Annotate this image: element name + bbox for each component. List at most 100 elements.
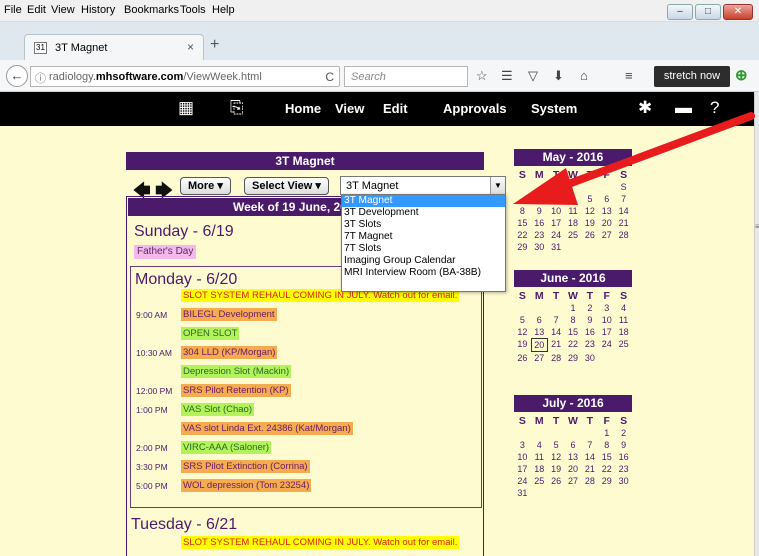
calendar-day[interactable]: 25 xyxy=(615,338,632,352)
menu-edit[interactable]: Edit xyxy=(27,4,46,16)
calendar-day[interactable]: 11 xyxy=(565,205,582,217)
calendar-day[interactable]: 4 xyxy=(565,193,582,205)
maximize-icon[interactable]: □ xyxy=(695,4,721,20)
calendar-day[interactable]: 26 xyxy=(581,229,598,241)
calendar-day[interactable]: 24 xyxy=(598,338,615,352)
calendar-day[interactable]: 10 xyxy=(514,451,531,463)
calendar-day[interactable]: 23 xyxy=(531,229,548,241)
tuesday-title[interactable]: Tuesday - 6/21 xyxy=(131,516,237,534)
calendar-day[interactable]: 20 xyxy=(598,217,615,229)
close-icon[interactable]: ✕ xyxy=(723,4,753,20)
nav-approvals[interactable]: Approvals xyxy=(443,101,507,116)
calendar-day[interactable]: 2 xyxy=(615,427,632,439)
gear-icon[interactable]: ✱ xyxy=(638,98,652,118)
calendar-day[interactable]: 22 xyxy=(598,463,615,475)
calendar-day[interactable]: 7 xyxy=(548,314,565,326)
calendar-day[interactable]: 11 xyxy=(615,314,632,326)
calendar-day[interactable]: 23 xyxy=(581,338,598,352)
calendar-day[interactable]: 7 xyxy=(581,439,598,451)
calendar-day[interactable]: 31 xyxy=(548,241,565,253)
calendar-day[interactable]: 17 xyxy=(598,326,615,338)
calendar-day[interactable]: 4 xyxy=(615,302,632,314)
calendar-day[interactable]: 18 xyxy=(615,326,632,338)
calendar-day[interactable]: 12 xyxy=(514,326,531,338)
dropdown-arrow-icon[interactable]: ▼ xyxy=(490,177,505,194)
home-icon[interactable]: ⌂ xyxy=(580,68,588,83)
calendar-day[interactable]: 13 xyxy=(565,451,582,463)
calendar-day[interactable]: 19 xyxy=(514,338,531,352)
calendar-day[interactable]: 22 xyxy=(514,229,531,241)
calendar-day[interactable]: 2 xyxy=(581,302,598,314)
calendar-day[interactable]: 19 xyxy=(548,463,565,475)
calendar-day[interactable]: 21 xyxy=(548,338,565,352)
download-icon[interactable]: ⬇ xyxy=(553,68,564,84)
sunday-title[interactable]: Sunday - 6/19 xyxy=(134,223,234,241)
calendar-day[interactable]: 21 xyxy=(581,463,598,475)
url-bar[interactable]: ⓘ radiology.mhsoftware.com/ViewWeek.html… xyxy=(30,66,340,87)
calendar-day[interactable]: 30 xyxy=(531,241,548,253)
calendar-day[interactable]: 28 xyxy=(548,352,565,364)
dropdown-option[interactable]: 7T Magnet xyxy=(342,231,505,243)
calendar-day[interactable]: 24 xyxy=(548,229,565,241)
calendar-day[interactable]: 29 xyxy=(598,475,615,487)
dropdown-option[interactable]: 3T Magnet xyxy=(342,195,505,207)
calendar-day[interactable]: 16 xyxy=(615,451,632,463)
event-item[interactable]: SLOT SYSTEM REHAUL COMING IN JULY. Watch… xyxy=(181,536,460,549)
calendar-day[interactable]: 28 xyxy=(615,229,632,241)
tab-close-icon[interactable]: × xyxy=(187,40,194,54)
menu-file[interactable]: File xyxy=(4,4,22,16)
calendar-day[interactable]: 11 xyxy=(531,451,548,463)
dropdown-option[interactable]: 3T Slots xyxy=(342,219,505,231)
holiday-badge[interactable]: Father's Day xyxy=(134,245,197,259)
event-item[interactable]: SRS Pilot Retention (KP) xyxy=(181,384,291,397)
calendar-day[interactable]: 4 xyxy=(531,439,548,451)
minimize-icon[interactable]: – xyxy=(667,4,693,20)
pocket-icon[interactable]: ▽ xyxy=(528,68,538,84)
calendar-day[interactable]: 27 xyxy=(531,352,548,364)
new-document-icon[interactable]: ⎘ xyxy=(230,98,244,118)
search-input[interactable]: Search xyxy=(344,66,468,87)
calendar-day[interactable]: 1 xyxy=(598,427,615,439)
calendar-day[interactable]: 10 xyxy=(598,314,615,326)
vertical-scrollbar[interactable]: ≡ xyxy=(754,92,759,556)
calendar-day[interactable]: 28 xyxy=(581,475,598,487)
back-button[interactable]: ← xyxy=(6,65,28,87)
calendar-day[interactable]: 17 xyxy=(548,217,565,229)
event-item[interactable]: OPEN SLOT xyxy=(181,327,240,340)
calendar-day[interactable]: 9 xyxy=(531,205,548,217)
calendar-day[interactable]: 26 xyxy=(514,352,531,364)
event-item[interactable]: WOL depression (Tom 23254) xyxy=(181,479,312,492)
calendar-day[interactable]: 6 xyxy=(531,314,548,326)
menu-help[interactable]: Help xyxy=(212,4,235,16)
calendar-day[interactable]: 5 xyxy=(581,193,598,205)
calendar-dropdown-list[interactable]: 3T Magnet 3T Development 3T Slots 7T Magnet… xyxy=(341,194,506,292)
dropdown-option[interactable]: 7T Slots xyxy=(342,243,505,255)
calendar-day[interactable]: 3 xyxy=(598,302,615,314)
calendar-day[interactable]: 21 xyxy=(615,217,632,229)
calendar-day[interactable]: 10 xyxy=(548,205,565,217)
dropdown-option[interactable]: MRI Interview Room (BA-38B) xyxy=(342,267,505,279)
nav-home[interactable]: Home xyxy=(285,101,321,116)
calendar-day[interactable]: 5 xyxy=(514,314,531,326)
menu-history[interactable]: History xyxy=(81,4,115,16)
mini-calendar-title[interactable]: May - 2016 xyxy=(514,149,632,166)
calendar-day[interactable]: 25 xyxy=(565,229,582,241)
calendar-day[interactable]: 15 xyxy=(598,451,615,463)
dropdown-option[interactable]: 3T Development xyxy=(342,207,505,219)
calendar-day[interactable]: 17 xyxy=(514,463,531,475)
calendar-day[interactable]: 23 xyxy=(615,463,632,475)
event-item[interactable]: BILEGL Development xyxy=(181,308,277,321)
calendar-day[interactable]: 1 xyxy=(565,302,582,314)
calendar-day[interactable]: 27 xyxy=(598,229,615,241)
calendar-day[interactable]: 5 xyxy=(548,439,565,451)
dropdown-option[interactable]: Imaging Group Calendar xyxy=(342,255,505,267)
calendar-day[interactable]: 3 xyxy=(514,439,531,451)
nav-view[interactable]: View xyxy=(335,101,364,116)
calendar-day[interactable]: 20 xyxy=(530,338,548,352)
calendar-day[interactable]: 19 xyxy=(581,217,598,229)
calendar-day[interactable]: 16 xyxy=(581,326,598,338)
menu-bookmarks[interactable]: Bookmarks xyxy=(124,4,179,16)
calendar-day[interactable]: 15 xyxy=(565,326,582,338)
calendar-select[interactable]: 3T Magnet ▼ xyxy=(340,176,506,195)
calendar-day[interactable]: 14 xyxy=(548,326,565,338)
